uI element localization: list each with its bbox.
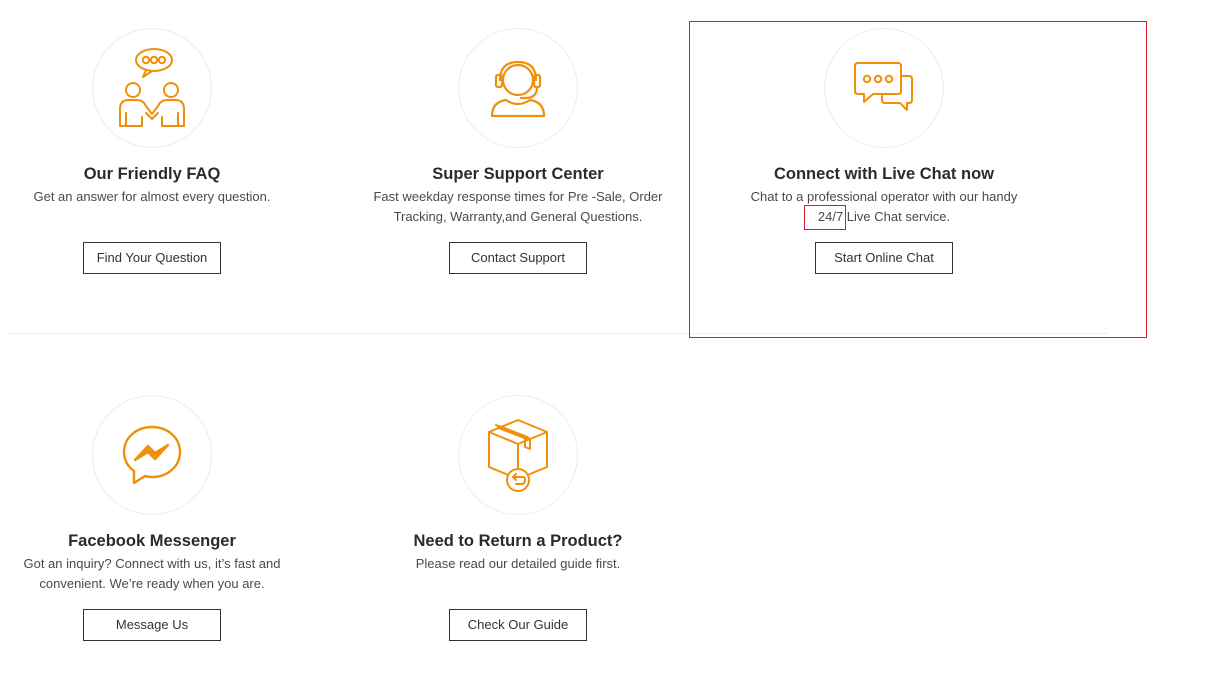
faq-title: Our Friendly FAQ [83,165,221,183]
live-chat-desc-line-2-rest: Live Chat service. [843,209,951,224]
section-divider [8,333,1108,334]
support-desc-line-1: Fast weekday response times for Pre -Sal… [373,189,663,204]
returns-description: Please read our detailed guide first. [415,556,621,571]
support-description: Fast weekday response times for Pre -Sal… [368,187,668,227]
find-your-question-button[interactable]: Find Your Question [83,242,221,274]
live-chat-card: Connect with Live Chat now Chat to a pro… [734,28,1034,288]
messenger-description: Got an inquiry? Connect with us, it’s fa… [2,554,302,594]
return-box-icon [488,419,548,492]
check-our-guide-button[interactable]: Check Our Guide [449,609,587,641]
availability-highlight: 24/7 [803,205,847,230]
faq-description: Get an answer for almost every question. [33,189,271,204]
returns-title: Need to Return a Product? [413,532,623,550]
messenger-icon-circle [92,395,212,515]
returns-card: Need to Return a Product? Please read ou… [368,395,668,655]
contact-support-button[interactable]: Contact Support [449,242,587,274]
support-card: Super Support Center Fast weekday respon… [368,28,668,288]
messenger-desc-line-1: Got an inquiry? Connect with us, it’s fa… [23,556,281,571]
support-desc-line-2: Tracking, Warranty,and General Questions… [393,209,643,224]
messenger-title: Facebook Messenger [68,532,236,550]
support-title: Super Support Center [432,165,604,183]
live-chat-desc-line-2: 24/7 Live Chat service. [734,205,1034,230]
returns-icon-circle [458,395,578,515]
support-icon-circle [458,28,578,148]
faq-card: Our Friendly FAQ Get an answer for almos… [2,28,302,288]
live-chat-title: Connect with Live Chat now [773,165,994,183]
start-online-chat-button[interactable]: Start Online Chat [815,242,953,274]
live-chat-desc-line-1: Chat to a professional operator with our… [750,189,1018,204]
support-options-page: Our Friendly FAQ Get an answer for almos… [0,0,1209,683]
headset-agent-icon [490,60,546,118]
faq-people-chat-icon [119,48,185,127]
message-us-button[interactable]: Message Us [83,609,221,641]
messenger-desc-line-2: convenient. We’re ready when you are. [39,576,265,591]
live-chat-icon-circle [824,28,944,148]
live-chat-description: Chat to a professional operator with our… [734,187,1034,230]
messenger-card: Facebook Messenger Got an inquiry? Conne… [2,395,302,655]
faq-icon-circle [92,28,212,148]
chat-bubbles-icon [854,62,913,111]
messenger-icon [122,425,182,485]
